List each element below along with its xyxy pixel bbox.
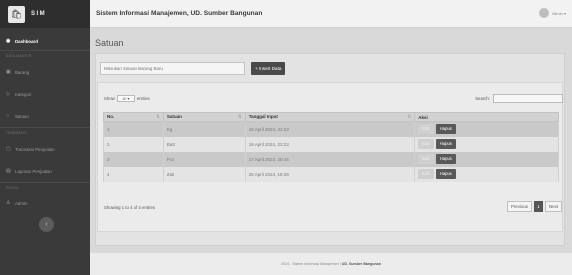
satuan-table: No. ⇅ Satuan ⇅ Tanggal Input ⇅ Aksi 1 Kg 16…: [103, 112, 559, 182]
sidebar-heading-profil: PROFIL: [6, 186, 20, 190]
edit-button[interactable]: Edit: [418, 124, 434, 135]
cell-aksi: Edit Hapus: [414, 121, 559, 137]
hapus-button[interactable]: Hapus: [435, 139, 456, 149]
cart-icon: ▢: [6, 145, 11, 152]
divider: [0, 127, 90, 128]
sidebar-heading-master: DATA MASTER: [6, 54, 32, 58]
page-1-button[interactable]: 1: [533, 201, 543, 212]
cell-aksi: Edit Hapus: [414, 136, 559, 152]
pagination: Previous 1 Next: [506, 201, 562, 212]
cell-tanggal: 25 April 2024, 18:39: [244, 166, 416, 182]
satuan-input[interactable]: [100, 61, 245, 75]
cell-aksi: Edit Hapus: [414, 151, 559, 167]
hapus-button[interactable]: Hapus: [435, 124, 456, 135]
edit-button[interactable]: Edit: [418, 169, 434, 179]
app-title: Sistem Informasi Manajemen, UD. Sumber B…: [96, 10, 263, 17]
table-search: Search:: [475, 94, 563, 103]
col-header-no[interactable]: No. ⇅: [103, 112, 164, 122]
brand[interactable]: 🛍 SIM: [0, 0, 90, 28]
show-label: Show: [104, 96, 115, 101]
table-row: 2 Batt 16 April 2024, 22:23 Edit Hapus: [103, 136, 559, 152]
entries-control: Show 10 ▾ entries: [104, 95, 150, 102]
cell-satuan: Pcs: [162, 151, 246, 167]
cell-tanggal: 16 April 2024, 22:23: [244, 136, 416, 152]
col-header-aksi[interactable]: Aksi: [414, 112, 559, 122]
footer-brand: UD. Sumber Bangunan: [341, 262, 381, 266]
footer: 2024 - Sistem Informasi Manajemen | UD. S…: [90, 253, 572, 275]
col-header-satuan[interactable]: Satuan ⇅: [162, 112, 246, 122]
sidebar-item-label: Laporan Penjualan: [15, 168, 52, 174]
shop-bag-icon: 🛍: [8, 5, 25, 23]
cell-aksi: Edit Hapus: [414, 166, 559, 182]
cell-no: 3: [103, 151, 164, 167]
sort-icon: ⇅: [156, 114, 160, 119]
cell-no: 1: [103, 121, 164, 137]
topbar: Sistem Informasi Manajemen, UD. Sumber B…: [90, 0, 572, 28]
sidebar-item-dashboard[interactable]: ◉ Dashboard: [0, 34, 90, 48]
sidebar-item-label: Transaksi Penjualan: [15, 146, 55, 152]
sidebar: 🛍 SIM ◉ Dashboard DATA MASTER ▣ Barang ◇…: [0, 0, 90, 275]
cell-satuan: Kg: [162, 121, 246, 137]
cell-tanggal: 16 April 2024, 22:23: [244, 121, 416, 137]
brand-name: SIM: [31, 11, 47, 17]
circle-icon: ○: [6, 112, 10, 119]
next-button[interactable]: Next: [544, 201, 562, 212]
col-header-tanggal[interactable]: Tanggal Input ⇅: [244, 112, 416, 122]
sidebar-heading-transaksi: TRANSAKSI: [6, 131, 27, 135]
sidebar-item-satuan[interactable]: ○ Satuan: [0, 109, 90, 123]
dashboard-icon: ◉: [6, 37, 11, 44]
insert-form: + Insert Data: [100, 61, 286, 75]
sidebar-item-kategori[interactable]: ◇ Kategori: [0, 87, 90, 101]
table-row: 1 Kg 16 April 2024, 22:23 Edit Hapus: [103, 121, 559, 137]
page-title: Satuan: [95, 38, 124, 48]
sidebar-item-label: Dashboard: [15, 38, 38, 44]
box-icon: ▣: [6, 68, 11, 75]
divider: [0, 182, 90, 183]
avatar: [539, 8, 550, 18]
sidebar-item-label: Admin: [15, 200, 28, 206]
entries-select[interactable]: 10 ▾: [116, 95, 135, 102]
tag-icon: ◇: [6, 90, 10, 97]
hapus-button[interactable]: Hapus: [435, 169, 456, 179]
sidebar-item-label: Satuan: [15, 113, 29, 119]
divider: [0, 50, 90, 51]
sidebar-item-laporan[interactable]: ▤ Laporan Penjualan: [0, 164, 90, 178]
sidebar-item-label: Kategori: [15, 91, 32, 97]
insert-data-button[interactable]: + Insert Data: [251, 61, 286, 75]
cell-no: 4: [103, 166, 164, 182]
table-info: Showing 1 to 4 of 4 entries: [104, 205, 155, 210]
table-row: 3 Pcs 17 April 2024, 20:44 Edit Hapus: [103, 151, 559, 167]
sort-icon: ⇅: [407, 114, 412, 119]
edit-button[interactable]: Edit: [418, 139, 434, 149]
cell-satuan: Batt: [162, 136, 246, 152]
cell-no: 2: [103, 136, 164, 152]
search-input[interactable]: [493, 94, 563, 103]
table-header-row: No. ⇅ Satuan ⇅ Tanggal Input ⇅ Aksi: [103, 112, 559, 122]
sidebar-item-admin[interactable]: ♙ Admin: [0, 196, 90, 210]
cell-tanggal: 17 April 2024, 20:44: [244, 151, 416, 167]
footer-text: 2024 - Sistem Informasi Manajemen |: [281, 262, 341, 266]
cell-satuan: Zak: [162, 166, 246, 182]
table-row: 4 Zak 25 April 2024, 18:39 Edit Hapus: [103, 166, 559, 182]
entries-label: entries: [136, 96, 150, 101]
sidebar-item-transaksi[interactable]: ▢ Transaksi Penjualan: [0, 142, 90, 156]
user-menu[interactable]: Mimin ▾: [539, 8, 566, 18]
user-icon: ♙: [6, 199, 11, 206]
search-label: Search:: [475, 96, 490, 101]
edit-button[interactable]: Edit: [418, 154, 434, 164]
sort-icon: ⇅: [237, 114, 242, 119]
user-name: Mimin ▾: [552, 10, 566, 16]
report-icon: ▤: [6, 167, 11, 174]
sidebar-item-label: Barang: [15, 69, 30, 75]
hapus-button[interactable]: Hapus: [435, 154, 456, 164]
sidebar-item-barang[interactable]: ▣ Barang: [0, 65, 90, 79]
sidebar-toggle-button[interactable]: ‹: [39, 217, 54, 232]
previous-button[interactable]: Previous: [506, 201, 532, 212]
